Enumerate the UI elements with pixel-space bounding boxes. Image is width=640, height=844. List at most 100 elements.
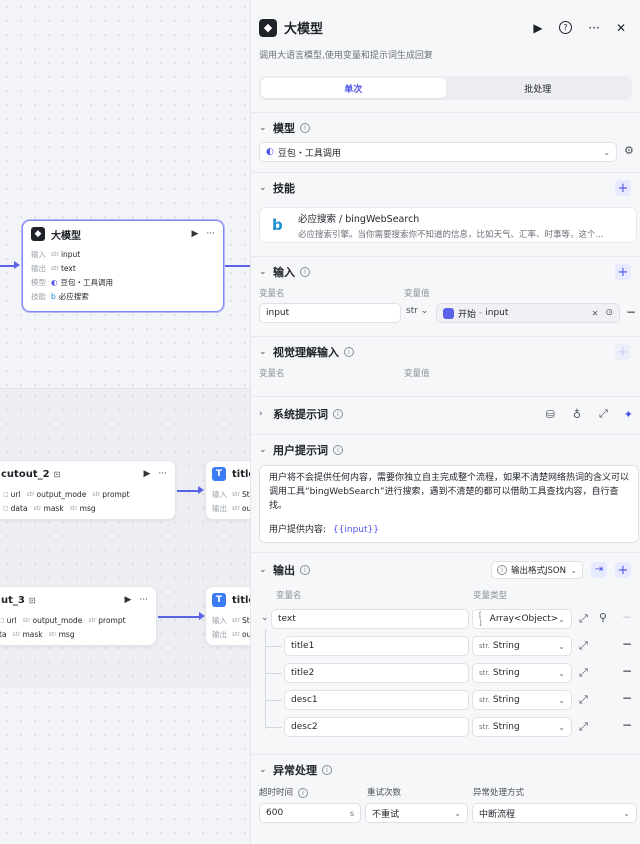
add-input-button[interactable]: +: [615, 264, 631, 280]
edge-arrow-icon: [14, 261, 20, 269]
output-child-type[interactable]: str. String ⌄: [472, 636, 572, 656]
output-section: ⌄ 输出 i i 输出格式JSON ⌄ ⇥ + 变量名 变量类型 ⌄ text …: [251, 552, 640, 750]
cutout-3-node[interactable]: ut_3 ⊡ ▶ ··· □ url str output_mode str prom…: [0, 586, 157, 646]
bing-icon: b: [272, 216, 283, 234]
clear-icon[interactable]: ✕: [592, 309, 599, 318]
output-child-type[interactable]: str. String ⌄: [472, 663, 572, 683]
add-skill-button[interactable]: +: [615, 180, 631, 196]
expand-icon[interactable]: ⤢: [599, 407, 608, 421]
title-node-2[interactable]: T title 输入strStr 输出strou: [205, 586, 250, 646]
input-section: ⌄ 输入 i + 变量名 变量值 input str ⌄ 开始 - input …: [251, 256, 640, 336]
info-icon[interactable]: i: [300, 123, 310, 133]
lightbulb-icon[interactable]: ♁: [573, 408, 581, 421]
run-icon[interactable]: ▶: [527, 21, 549, 35]
expand-icon[interactable]: ⤢: [579, 639, 588, 653]
cutout-2-node[interactable]: cutout_2 ⊡ ▶ ··· □ url str output_mode str…: [0, 460, 176, 520]
remove-output-button[interactable]: −: [622, 610, 632, 624]
variable-picker-icon[interactable]: ⊙: [605, 308, 613, 318]
expand-icon[interactable]: ⤢: [579, 666, 588, 680]
close-icon[interactable]: ✕: [610, 21, 632, 35]
more-icon[interactable]: ···: [158, 469, 167, 479]
output-root-type[interactable]: [ ] Array<Object> ⌄: [472, 609, 572, 629]
run-icon[interactable]: ▶: [143, 469, 150, 479]
model-section: ⌄ 模型 i ◐ 豆包・工具调用 ⌄ ⚙: [251, 112, 640, 170]
edge-cutout2-title: [177, 490, 199, 492]
prompt-variable: {{input}}: [332, 525, 379, 535]
chevron-down-icon[interactable]: ⌄: [259, 267, 273, 277]
title-node-1[interactable]: T title 输入strStr 输出strou: [205, 460, 250, 520]
output-child-name[interactable]: title2: [284, 663, 469, 683]
chevron-down-icon: ⌄: [454, 808, 461, 818]
timeout-input[interactable]: 600 s: [259, 803, 361, 823]
more-icon[interactable]: ···: [583, 21, 605, 35]
remove-output-button[interactable]: −: [622, 637, 632, 651]
more-icon[interactable]: ···: [139, 595, 148, 605]
output-format-select[interactable]: i 输出格式JSON ⌄: [491, 561, 583, 579]
import-icon[interactable]: ⇥: [591, 562, 607, 578]
user-prompt-text: 用户将不会提供任何内容，需要你独立自主完成整个流程，如果不清楚网络热词的含义可以…: [269, 473, 630, 511]
edge-into-llm: [0, 265, 15, 267]
remove-output-button[interactable]: −: [622, 691, 632, 705]
chevron-right-icon[interactable]: ›: [259, 409, 273, 419]
text-node-icon: T: [212, 467, 226, 481]
expand-icon[interactable]: ⤢: [579, 693, 588, 707]
llm-logo-icon: ◆: [31, 227, 45, 241]
output-child-row: title1 str. String ⌄ ⤢ −: [251, 636, 640, 658]
node-title: title: [232, 594, 250, 606]
info-icon[interactable]: i: [322, 765, 332, 775]
output-child-row: desc1 str. String ⌄ ⤢ −: [251, 690, 640, 712]
output-child-name[interactable]: desc2: [284, 717, 469, 737]
chevron-down-icon[interactable]: ⌄: [259, 347, 273, 357]
tab-batch[interactable]: 批处理: [446, 78, 631, 98]
chevron-down-icon[interactable]: ⌄: [259, 565, 273, 575]
info-icon[interactable]: i: [300, 565, 310, 575]
add-vision-input-button[interactable]: +: [615, 344, 631, 360]
info-icon[interactable]: i: [333, 409, 343, 419]
more-icon[interactable]: ···: [206, 229, 215, 239]
error-mode-select[interactable]: 中断流程 ⌄: [472, 803, 637, 823]
chevron-down-icon[interactable]: ⌄: [259, 765, 273, 775]
workflow-canvas[interactable]: ◆ 大模型 ▶ ··· 输入 str input 输出 str text 模型 ◐ 豆包・工…: [0, 0, 250, 844]
output-child-type[interactable]: str. String ⌄: [472, 717, 572, 737]
retry-select[interactable]: 不重试 ⌄: [365, 803, 468, 823]
input-type-select[interactable]: str ⌄: [406, 306, 428, 316]
run-icon[interactable]: ▶: [124, 595, 131, 605]
info-icon[interactable]: i: [298, 788, 309, 798]
output-child-name[interactable]: title1: [284, 636, 469, 656]
info-icon[interactable]: i: [333, 445, 343, 455]
add-child-icon[interactable]: ⚲: [599, 611, 607, 624]
output-root-name[interactable]: text: [271, 609, 469, 629]
node-config-panel: ◆ 大模型 ▶ ? ··· ✕ 调用大语言模型,使用变量和提示词生成回复 单次 …: [250, 0, 640, 844]
expand-icon[interactable]: ⤢: [579, 612, 588, 626]
help-icon[interactable]: ?: [559, 21, 572, 34]
output-child-row: desc2 str. String ⌄ ⤢ −: [251, 717, 640, 739]
remove-output-button[interactable]: −: [622, 718, 632, 732]
skill-card[interactable]: b 必应搜索 / bingWebSearch 必应搜索引擎。当你需要搜索你不知道…: [259, 207, 637, 243]
gear-icon[interactable]: ⚙: [624, 144, 634, 157]
preview-icon: ⊡: [28, 595, 36, 605]
info-icon[interactable]: i: [344, 347, 354, 357]
error-handling-section: ⌄ 异常处理 i 超时时间 i 重试次数 异常处理方式 600 s 不重试 ⌄ 中…: [251, 754, 640, 844]
user-prompt-editor[interactable]: 用户将不会提供任何内容，需要你独立自主完成整个流程，如果不清楚网络热词的含义可以…: [259, 465, 639, 543]
run-icon[interactable]: ▶: [191, 229, 198, 239]
chevron-down-icon[interactable]: ⌄: [259, 445, 273, 455]
llm-node[interactable]: ◆ 大模型 ▶ ··· 输入 str input 输出 str text 模型 ◐ 豆包・工…: [22, 220, 224, 312]
info-icon[interactable]: i: [300, 267, 310, 277]
output-child-type[interactable]: str. String ⌄: [472, 690, 572, 710]
input-var-name[interactable]: input: [259, 303, 401, 323]
chevron-down-icon[interactable]: ⌄: [259, 123, 273, 133]
tab-single[interactable]: 单次: [261, 78, 446, 98]
vision-input-section: ⌄ 视觉理解输入 i + 变量名 变量值: [251, 336, 640, 392]
add-output-button[interactable]: +: [615, 562, 631, 578]
remove-input-button[interactable]: −: [626, 305, 636, 319]
prompt-library-icon[interactable]: ⛁: [546, 408, 555, 421]
chevron-down-icon[interactable]: ⌄: [259, 183, 273, 193]
expand-icon[interactable]: ⤢: [579, 720, 588, 734]
output-child-name[interactable]: desc1: [284, 690, 469, 710]
input-ref-value[interactable]: 开始 - input ✕ ⊙: [436, 303, 620, 323]
model-select[interactable]: ◐ 豆包・工具调用 ⌄: [259, 142, 617, 162]
remove-output-button[interactable]: −: [622, 664, 632, 678]
ai-sparkle-icon[interactable]: ✦: [624, 408, 633, 421]
chevron-down-icon[interactable]: ⌄: [261, 613, 269, 623]
node-title: title: [232, 468, 250, 480]
